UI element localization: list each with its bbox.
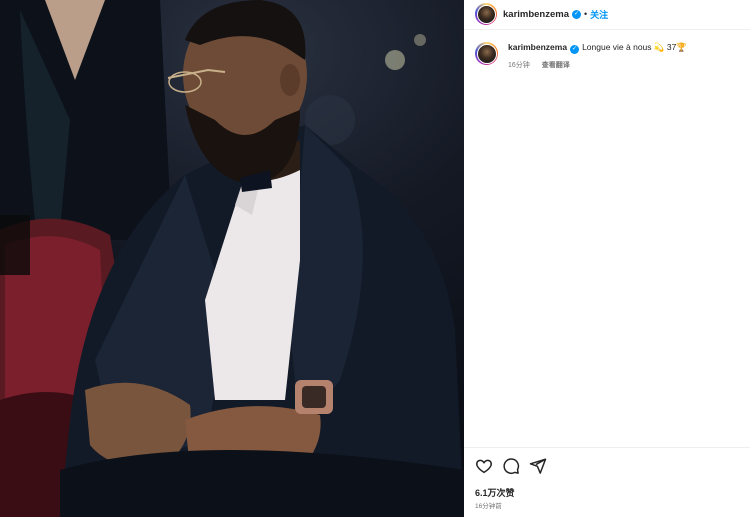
post-header: karimbenzema ✓ • 关注 bbox=[464, 0, 750, 28]
caption-avatar[interactable] bbox=[475, 42, 498, 65]
like-count[interactable]: 6.1万次赞 bbox=[475, 486, 515, 499]
caption-username[interactable]: karimbenzema bbox=[508, 42, 567, 52]
follow-button[interactable]: 关注 bbox=[590, 8, 608, 21]
caption-comment: karimbenzema ✓ Longue vie à nous 💫 37🏆 16分… bbox=[475, 42, 745, 71]
caption-age: 16分钟 bbox=[508, 61, 530, 69]
post-timestamp: 16分钟前 bbox=[475, 503, 502, 510]
photo-artwork bbox=[0, 0, 464, 517]
action-bar bbox=[475, 457, 547, 475]
comment-icon[interactable] bbox=[502, 457, 520, 475]
post-side-panel: karimbenzema ✓ • 关注 karimbenzema ✓ Longue … bbox=[464, 0, 750, 517]
caption-verified-icon: ✓ bbox=[570, 44, 580, 54]
post-photo[interactable] bbox=[0, 0, 464, 517]
separator-dot: • bbox=[584, 9, 588, 19]
actions-divider bbox=[464, 447, 750, 448]
author-avatar[interactable] bbox=[475, 3, 497, 25]
caption-text: Longue vie à nous 💫 37🏆 bbox=[582, 42, 687, 52]
verified-badge-icon: ✓ bbox=[572, 9, 582, 19]
see-translation-button[interactable]: 查看翻译 bbox=[542, 60, 570, 71]
send-icon[interactable] bbox=[529, 457, 547, 475]
header-divider bbox=[464, 29, 750, 30]
heart-icon[interactable] bbox=[475, 457, 493, 475]
author-username[interactable]: karimbenzema bbox=[503, 9, 569, 20]
